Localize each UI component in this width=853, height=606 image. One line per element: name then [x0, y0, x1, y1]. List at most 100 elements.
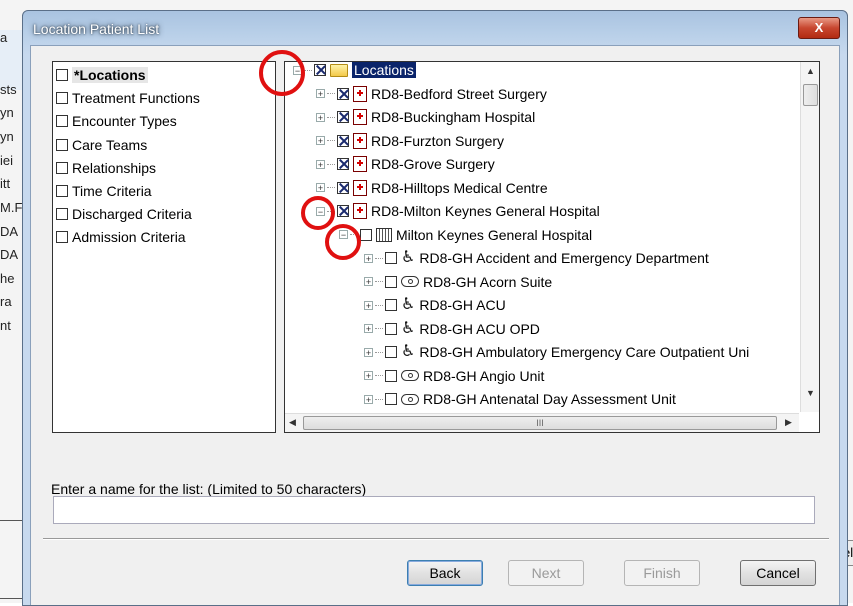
scroll-up-arrow-icon[interactable]: ▲: [806, 66, 815, 76]
tree-node-label: RD8-Milton Keynes General Hospital: [371, 203, 600, 219]
background-fragment: M.F: [0, 200, 23, 215]
criteria-item-label: Care Teams: [72, 136, 148, 153]
criteria-checkbox[interactable]: [56, 231, 68, 244]
tree-node-checkbox[interactable]: [337, 205, 349, 217]
tree-node-checkbox[interactable]: [385, 322, 397, 335]
tree-node[interactable]: − Milton Keynes General Hospital: [339, 224, 592, 246]
back-button[interactable]: Back: [407, 560, 483, 586]
horizontal-scrollbar[interactable]: ◀ III ▶: [285, 413, 799, 432]
tree-connector: [375, 257, 383, 259]
tree-node[interactable]: + ♿ RD8-GH Ambulatory Emergency Care Outpa…: [364, 341, 749, 363]
tree-node-checkbox[interactable]: [314, 64, 326, 76]
expand-icon[interactable]: +: [364, 371, 373, 381]
expand-icon[interactable]: +: [316, 89, 325, 99]
expand-icon[interactable]: +: [364, 253, 373, 263]
tree-node-checkbox[interactable]: [385, 299, 397, 311]
expand-icon[interactable]: +: [364, 300, 373, 310]
tree-node-checkbox[interactable]: [337, 181, 349, 194]
tree-node-checkbox[interactable]: [360, 228, 372, 241]
tree-node-label: Locations: [352, 62, 416, 78]
horizontal-scroll-thumb[interactable]: III: [303, 416, 777, 430]
expand-icon[interactable]: +: [316, 159, 325, 169]
tree-node-checkbox[interactable]: [385, 275, 397, 288]
criteria-checkbox[interactable]: [56, 138, 68, 151]
criteria-checkbox[interactable]: [56, 161, 68, 174]
expand-icon[interactable]: +: [316, 136, 325, 146]
criteria-checkbox[interactable]: [56, 185, 68, 197]
list-name-input[interactable]: [53, 496, 815, 524]
title-bar[interactable]: Location Patient List X: [23, 11, 847, 45]
criteria-item-label: Discharged Criteria: [72, 206, 192, 223]
tree-node-checkbox[interactable]: [337, 87, 349, 100]
cancel-button[interactable]: Cancel: [740, 560, 816, 586]
tree-node[interactable]: − RD8-Milton Keynes General Hospital: [316, 200, 600, 222]
background-fragment: ra: [0, 294, 12, 309]
tree-node[interactable]: + RD8-Hilltops Medical Centre: [316, 177, 548, 199]
vertical-scrollbar[interactable]: ▲ ▼: [800, 62, 819, 412]
expand-icon[interactable]: +: [364, 277, 373, 287]
tree-node[interactable]: + RD8-GH Acorn Suite: [364, 271, 552, 293]
tree-connector: [327, 116, 335, 118]
expand-icon[interactable]: +: [316, 183, 325, 193]
tree-node-checkbox[interactable]: [337, 134, 349, 147]
tree-node-label: RD8-GH Ambulatory Emergency Care Outpati…: [419, 344, 750, 360]
next-button[interactable]: Next: [508, 560, 584, 586]
expand-icon[interactable]: +: [316, 112, 325, 122]
criteria-item[interactable]: Care Teams: [56, 135, 147, 155]
tree-node[interactable]: + RD8-Furzton Surgery: [316, 130, 504, 152]
scroll-left-arrow-icon[interactable]: ◀: [289, 417, 296, 428]
tree-node[interactable]: + RD8-Grove Surgery: [316, 153, 495, 175]
tree-node-checkbox[interactable]: [385, 346, 397, 358]
expand-icon[interactable]: +: [364, 347, 373, 357]
tree-node[interactable]: − Locations: [293, 62, 416, 81]
tree-node-label: RD8-Furzton Surgery: [371, 132, 505, 149]
location-tree[interactable]: − Locations + RD8-Bedford Street Surgery + RD…: [285, 62, 799, 412]
scroll-grip-icon: III: [536, 418, 544, 428]
expand-icon[interactable]: +: [364, 324, 373, 334]
criteria-item[interactable]: *Locations: [56, 65, 148, 85]
scroll-down-arrow-icon[interactable]: ▼: [806, 388, 815, 398]
criteria-checkbox[interactable]: [56, 92, 68, 105]
tree-connector: [375, 351, 383, 353]
finish-button[interactable]: Finish: [624, 560, 700, 586]
scroll-right-arrow-icon[interactable]: ▶: [785, 417, 792, 428]
close-button[interactable]: X: [798, 17, 840, 39]
vertical-scroll-thumb[interactable]: [803, 84, 818, 106]
background-fragment: nt: [0, 318, 11, 333]
background-fragment: iei: [0, 153, 14, 168]
tree-node[interactable]: + ♿ RD8-GH Accident and Emergency Departme…: [364, 247, 709, 269]
tree-connector: [375, 281, 383, 282]
criteria-item[interactable]: Treatment Functions: [56, 88, 200, 108]
tree-node-checkbox[interactable]: [337, 111, 349, 123]
tree-node-checkbox[interactable]: [385, 393, 397, 405]
tree-node-checkbox[interactable]: [337, 158, 349, 170]
tree-node[interactable]: + RD8-Buckingham Hospital: [316, 106, 535, 128]
tree-node[interactable]: + RD8-GH Antenatal Day Assessment Unit: [364, 388, 676, 410]
expand-icon[interactable]: +: [364, 394, 373, 404]
criteria-item[interactable]: Relationships: [56, 158, 156, 178]
criteria-item[interactable]: Encounter Types: [56, 111, 177, 131]
tree-node-label: RD8-Grove Surgery: [371, 156, 495, 172]
tree-connector: [327, 140, 335, 141]
criteria-item-label: Encounter Types: [72, 113, 177, 130]
tree-node[interactable]: + ♿ RD8-GH ACU: [364, 294, 506, 316]
criteria-checkbox[interactable]: [56, 208, 68, 221]
criteria-checkbox[interactable]: [56, 69, 68, 81]
close-icon: X: [814, 20, 824, 35]
background-divider: [0, 598, 22, 599]
location-tree-panel: − Locations + RD8-Bedford Street Surgery + RD…: [284, 61, 820, 433]
tree-node[interactable]: + ♿ RD8-GH ACU OPD: [364, 318, 540, 340]
criteria-item-label: Time Criteria: [72, 183, 152, 199]
criteria-item[interactable]: Discharged Criteria: [56, 204, 192, 224]
tree-node[interactable]: + RD8-Bedford Street Surgery: [316, 83, 547, 105]
tree-node-checkbox[interactable]: [385, 369, 397, 382]
criteria-item[interactable]: Admission Criteria: [56, 227, 186, 247]
tree-node-label: RD8-Bedford Street Surgery: [371, 85, 547, 102]
criteria-checkbox[interactable]: [56, 115, 68, 128]
tree-node[interactable]: + RD8-GH Angio Unit: [364, 365, 544, 387]
wheelchair-icon: ♿: [401, 296, 416, 313]
criteria-item-label: *Locations: [72, 67, 148, 83]
criteria-item[interactable]: Time Criteria: [56, 181, 152, 201]
tree-node-label: RD8-GH Angio Unit: [423, 367, 545, 384]
tree-node-checkbox[interactable]: [385, 252, 397, 264]
